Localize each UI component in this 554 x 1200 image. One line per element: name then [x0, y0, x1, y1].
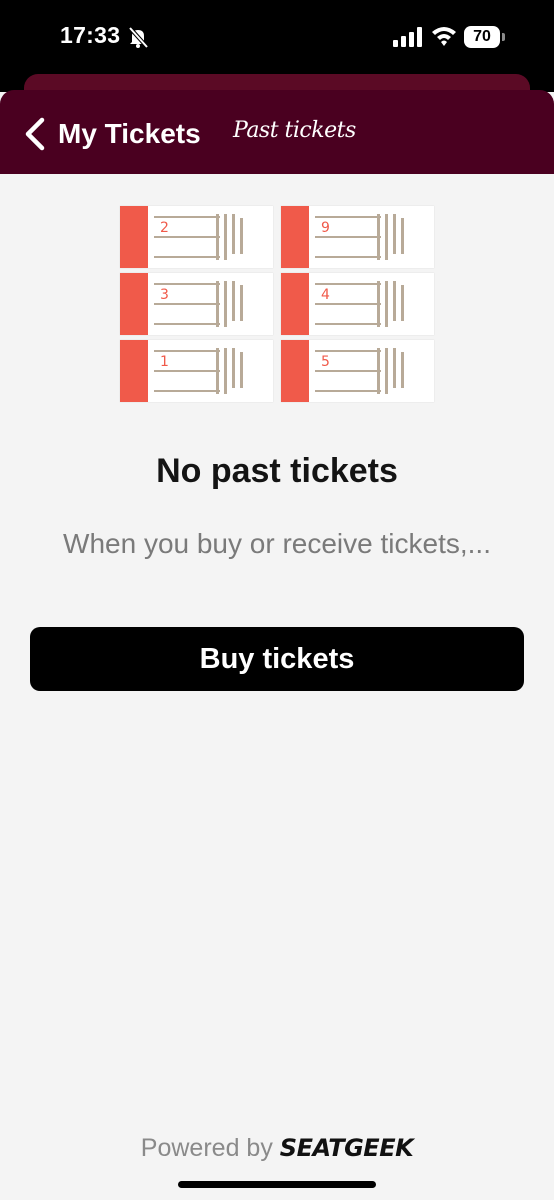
svg-text:1: 1	[160, 354, 169, 370]
svg-text:3: 3	[160, 287, 169, 303]
signal-icon	[393, 27, 422, 47]
ticket-illustration-item: 2	[120, 206, 273, 268]
svg-text:9: 9	[321, 220, 330, 236]
page-title: My Tickets	[58, 118, 201, 149]
ticket-illustration-item: 4	[281, 273, 434, 335]
svg-text:4: 4	[321, 287, 330, 303]
home-indicator[interactable]	[178, 1181, 376, 1188]
svg-text:5: 5	[321, 354, 330, 370]
ticket-illustration-item: 3	[120, 273, 273, 335]
back-button[interactable]: My Tickets	[18, 112, 228, 156]
ticket-illustration-item: 5	[281, 340, 434, 402]
battery-cap	[502, 33, 505, 41]
powered-by-label: Powered by	[140, 1134, 273, 1162]
tab-past-tickets[interactable]: Past tickets	[233, 118, 356, 143]
empty-state-title: No past tickets	[156, 452, 398, 490]
battery-indicator: 70	[464, 26, 500, 48]
powered-by-footer: Powered by SEATGEEK	[0, 1134, 554, 1163]
ticket-illustration-item: 9	[281, 206, 434, 268]
ticket-illustration-item: 1	[120, 340, 273, 402]
wifi-icon	[432, 27, 456, 46]
chevron-left-icon	[25, 117, 45, 151]
buy-tickets-button[interactable]: Buy tickets	[30, 627, 524, 691]
status-time: 17:33	[60, 22, 121, 48]
bell-off-icon	[128, 26, 149, 48]
header-bar: My Tickets Past tickets	[0, 90, 554, 174]
empty-state-message: When you buy or receive tickets,...	[63, 528, 491, 559]
tickets-illustration: 2 9 3 4 1 5	[120, 206, 438, 402]
seatgeek-logo: SEATGEEK	[279, 1134, 414, 1162]
svg-text:2: 2	[160, 220, 169, 236]
